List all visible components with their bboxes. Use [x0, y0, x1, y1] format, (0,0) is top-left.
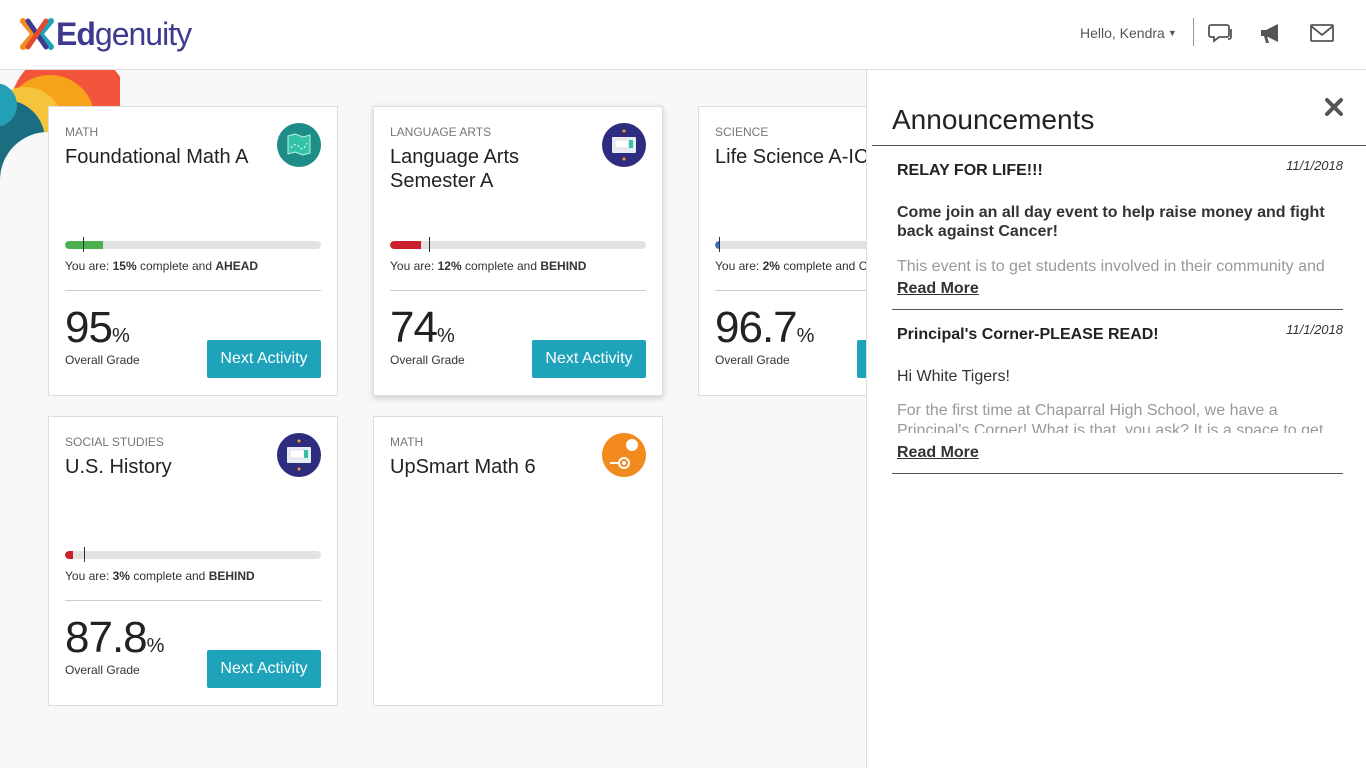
announcement-subtitle: Come join an all day event to help raise… — [897, 204, 1325, 240]
divider — [872, 145, 1366, 146]
mail-icon[interactable] — [1309, 20, 1335, 46]
chat-icon[interactable] — [1208, 20, 1234, 46]
course-card[interactable]: SOCIAL STUDIES U.S. History You are: 3% … — [48, 416, 338, 706]
overall-grade: 95% — [65, 303, 130, 352]
target-marker — [719, 237, 720, 252]
overall-grade: 96.7% — [715, 303, 815, 352]
course-subject: SOCIAL STUDIES — [65, 435, 164, 449]
course-title[interactable]: UpSmart Math 6 — [390, 455, 590, 479]
map-icon — [277, 123, 321, 167]
user-menu[interactable]: Hello, Kendra ▼ — [1080, 25, 1177, 41]
overall-grade: 87.8% — [65, 613, 165, 662]
divider — [65, 290, 321, 291]
top-header: Edgenuity Hello, Kendra ▼ — [0, 0, 1366, 70]
announcement-subtitle: Hi White Tigers! — [897, 368, 1010, 385]
logo-x-icon — [20, 17, 54, 51]
divider — [892, 473, 1343, 474]
announcement-body: This event is to get students involved i… — [897, 258, 1325, 275]
close-icon[interactable] — [1323, 96, 1345, 118]
logo-text: Edgenuity — [56, 15, 192, 52]
progress-status: You are: 12% complete and BEHIND — [390, 259, 587, 273]
divider — [892, 309, 1343, 310]
header-divider — [1193, 18, 1194, 46]
course-title[interactable]: Foundational Math A — [65, 145, 265, 169]
orbit-icon — [602, 433, 646, 477]
course-subject: MATH — [390, 435, 424, 449]
next-activity-button[interactable]: Next Activity — [207, 650, 321, 688]
grade-label: Overall Grade — [65, 353, 140, 367]
grade-label: Overall Grade — [715, 353, 790, 367]
announcement-title: Principal's Corner-PLEASE READ! — [897, 326, 1159, 343]
course-subject: SCIENCE — [715, 125, 769, 139]
target-marker — [429, 237, 430, 252]
screen-icon — [277, 433, 321, 477]
read-more-link[interactable]: Read More — [897, 444, 979, 462]
course-title[interactable]: U.S. History — [65, 455, 265, 479]
caret-down-icon: ▼ — [1167, 28, 1177, 38]
announcement-title: RELAY FOR LIFE!!! — [897, 162, 1043, 179]
course-card[interactable]: MATH Foundational Math A You are: 15% co… — [48, 106, 338, 396]
edgenuity-logo[interactable]: Edgenuity — [20, 14, 192, 54]
overall-grade: 74% — [390, 303, 455, 352]
grade-label: Overall Grade — [390, 353, 465, 367]
course-subject: LANGUAGE ARTS — [390, 125, 492, 139]
announcement-body: For the first time at Chaparral High Sch… — [897, 402, 1324, 433]
target-marker — [84, 547, 85, 562]
course-subject: MATH — [65, 125, 99, 139]
progress-status: You are: 3% complete and BEHIND — [65, 569, 255, 583]
progress-status: You are: 15% complete and AHEAD — [65, 259, 259, 273]
announcement-item: Principal's Corner-PLEASE READ! 11/1/201… — [892, 322, 1343, 474]
target-marker — [83, 237, 84, 252]
progress-fill — [65, 241, 104, 249]
divider — [65, 600, 321, 601]
next-activity-button[interactable]: Next Activity — [207, 340, 321, 378]
announcement-item: RELAY FOR LIFE!!! 11/1/2018 Come join an… — [892, 158, 1343, 310]
progress-status: You are: 2% complete and C — [715, 259, 868, 273]
announcements-panel: Announcements RELAY FOR LIFE!!! 11/1/201… — [866, 70, 1366, 768]
progress-bar — [65, 241, 321, 249]
divider — [390, 290, 646, 291]
announcement-date: 11/1/2018 — [1286, 158, 1343, 173]
course-card[interactable]: LANGUAGE ARTS Language Arts Semester A Y… — [373, 106, 663, 396]
next-activity-button[interactable]: Next Activity — [532, 340, 646, 378]
announcement-date: 11/1/2018 — [1286, 322, 1343, 337]
progress-fill — [65, 551, 73, 559]
read-more-link[interactable]: Read More — [897, 280, 979, 298]
grade-label: Overall Grade — [65, 663, 140, 677]
course-title[interactable]: Language Arts Semester A — [390, 145, 590, 193]
megaphone-icon[interactable] — [1258, 20, 1284, 46]
progress-fill — [390, 241, 421, 249]
progress-bar — [65, 551, 321, 559]
screen-icon — [602, 123, 646, 167]
panel-title: Announcements — [892, 104, 1095, 135]
course-card[interactable]: MATH UpSmart Math 6 — [373, 416, 663, 706]
